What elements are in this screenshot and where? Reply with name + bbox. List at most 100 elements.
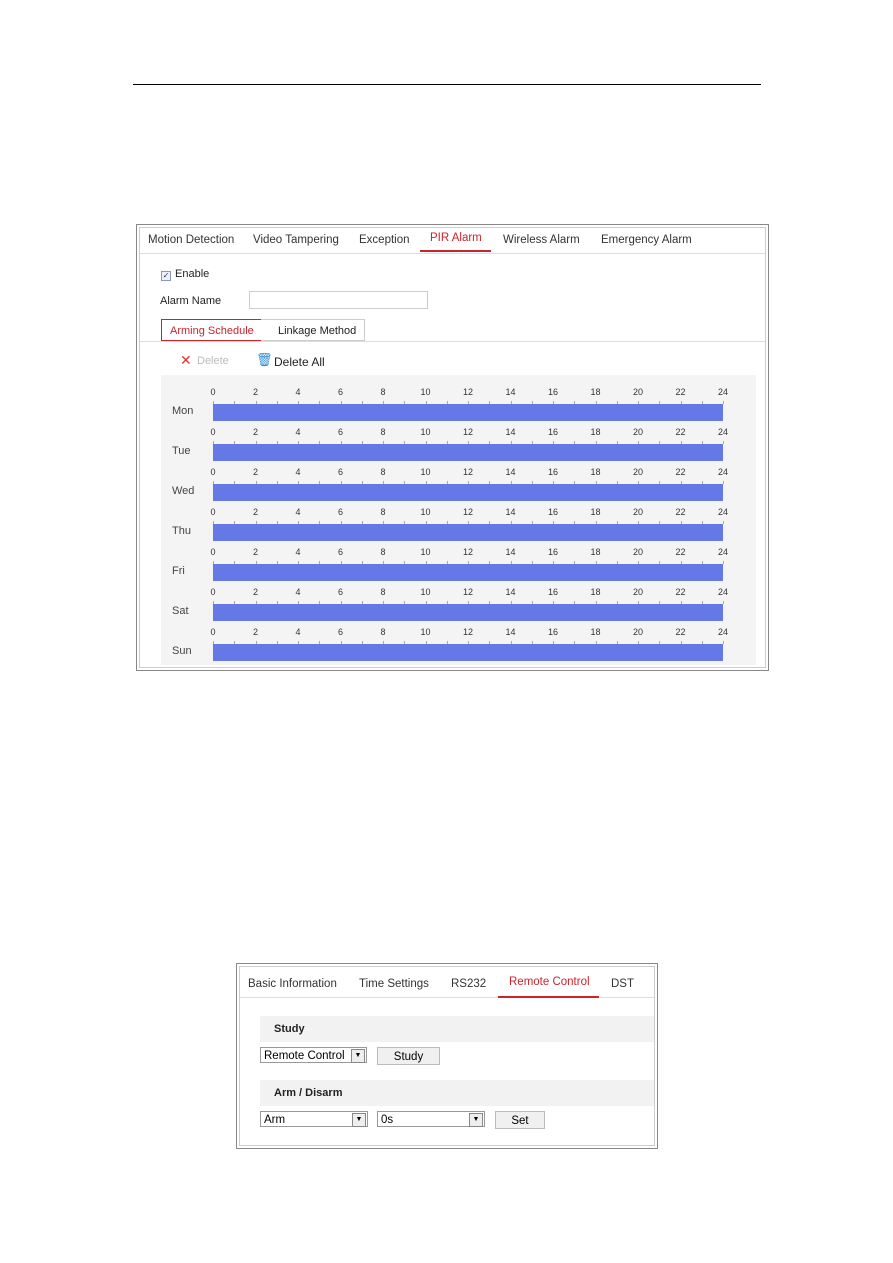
delete-x-icon: ✕	[180, 352, 192, 368]
hour-tick-label: 6	[337, 387, 344, 397]
hour-tick-label: 0	[210, 587, 216, 597]
alarm-name-input[interactable]	[249, 291, 428, 309]
hour-tick-label: 10	[420, 507, 431, 517]
hour-tick-mark	[723, 561, 724, 564]
document-page: Motion Detection Video Tampering Excepti…	[0, 0, 893, 1263]
hour-tick-label: 10	[420, 427, 431, 437]
schedule-bar-wed[interactable]	[213, 484, 723, 501]
hour-tick-label: 18	[590, 587, 601, 597]
hour-tick-label: 6	[337, 547, 344, 557]
hour-tick-label: 20	[632, 587, 644, 597]
hour-tick-label: 20	[632, 627, 644, 637]
day-label: Tue	[172, 445, 191, 457]
chevron-down-icon: ▼	[351, 1049, 365, 1063]
schedule-bar-sun[interactable]	[213, 644, 723, 661]
hour-tick-label: 20	[632, 547, 644, 557]
settings-tabs: Basic Information Time Settings RS232 Re…	[240, 967, 654, 998]
hour-tick-label: 6	[337, 587, 344, 597]
tab-remote-control[interactable]: Remote Control	[509, 976, 590, 988]
tab-rs232[interactable]: RS232	[451, 978, 486, 990]
tab-dst[interactable]: DST	[611, 978, 634, 990]
hour-tick-label: 0	[210, 427, 216, 437]
hour-tick-label: 10	[420, 387, 431, 397]
hour-tick-label: 8	[380, 427, 386, 437]
enable-checkbox[interactable]: ✓	[161, 271, 171, 281]
hour-tick-label: 10	[420, 547, 431, 557]
hour-tick-mark	[723, 601, 724, 604]
tab-motion-detection[interactable]: Motion Detection	[148, 234, 234, 246]
hour-tick-label: 20	[632, 467, 644, 477]
tab-video-tampering[interactable]: Video Tampering	[253, 234, 339, 246]
tab-time-settings[interactable]: Time Settings	[359, 978, 429, 990]
hour-tick-label: 6	[337, 427, 344, 437]
hour-tick-label: 12	[462, 627, 474, 637]
study-button[interactable]: Study	[377, 1047, 440, 1065]
hour-tick-label: 2	[252, 507, 259, 517]
study-select[interactable]: Remote Control ▼	[260, 1047, 367, 1063]
day-label: Mon	[172, 405, 194, 417]
hour-tick-label: 14	[505, 387, 516, 397]
tab-basic-information[interactable]: Basic Information	[248, 978, 337, 990]
hour-tick-mark	[723, 521, 724, 524]
hour-tick-label: 14	[505, 627, 516, 637]
day-label: Sun	[172, 645, 192, 657]
hour-tick-label: 4	[295, 587, 301, 597]
hour-tick-label: 22	[675, 547, 686, 557]
schedule-bar-mon[interactable]	[213, 404, 723, 421]
day-label: Sat	[172, 605, 189, 617]
hour-tick-label: 22	[675, 387, 686, 397]
remote-control-screenshot: Basic Information Time Settings RS232 Re…	[236, 963, 658, 1149]
schedule-bar-tue[interactable]	[213, 444, 723, 461]
chevron-down-icon: ▼	[469, 1113, 483, 1127]
tab-emergency-alarm[interactable]: Emergency Alarm	[601, 234, 692, 246]
hour-tick-label: 14	[505, 547, 516, 557]
hour-tick-label: 8	[380, 587, 386, 597]
hour-tick-label: 2	[252, 427, 259, 437]
subtab-linkage-method[interactable]: Linkage Method	[261, 319, 365, 341]
hour-tick-label: 8	[380, 507, 386, 517]
tab-wireless-alarm[interactable]: Wireless Alarm	[503, 234, 580, 246]
schedule-bar-thu[interactable]	[213, 524, 723, 541]
hour-tick-label: 4	[295, 467, 301, 477]
hour-tick-label: 10	[420, 587, 431, 597]
hour-tick-mark	[723, 641, 724, 644]
pir-alarm-screenshot: Motion Detection Video Tampering Excepti…	[136, 224, 769, 671]
schedule-bar-fri[interactable]	[213, 564, 723, 581]
hour-tick-label: 16	[547, 427, 559, 437]
day-label: Wed	[172, 485, 195, 497]
hour-tick-label: 8	[380, 627, 386, 637]
hour-tick-label: 20	[632, 387, 644, 397]
subtab-arming-schedule[interactable]: Arming Schedule	[161, 319, 261, 341]
hour-tick-label: 8	[380, 547, 386, 557]
hour-tick-label: 24	[717, 547, 729, 557]
delete-all-button[interactable]: Delete All	[274, 355, 325, 369]
hour-tick-label: 12	[462, 387, 474, 397]
hour-tick-label: 0	[210, 627, 216, 637]
tab-exception[interactable]: Exception	[359, 234, 410, 246]
hour-tick-label: 0	[210, 507, 216, 517]
active-tab-indicator	[498, 996, 599, 998]
trash-icon: 🗑	[256, 352, 273, 367]
schedule-bar-sat[interactable]	[213, 604, 723, 621]
set-button[interactable]: Set	[495, 1111, 545, 1129]
hour-tick-label: 0	[210, 387, 216, 397]
hour-tick-label: 24	[717, 427, 729, 437]
hour-tick-label: 18	[590, 507, 601, 517]
tab-pir-alarm[interactable]: PIR Alarm	[430, 232, 482, 244]
hour-tick-label: 10	[420, 467, 431, 477]
hour-tick-label: 6	[337, 627, 344, 637]
arm-select[interactable]: Arm ▼	[260, 1111, 368, 1127]
day-label: Fri	[172, 565, 185, 577]
hour-tick-label: 4	[295, 427, 301, 437]
delete-button[interactable]: Delete	[197, 355, 229, 367]
delay-select[interactable]: 0s ▼	[377, 1111, 485, 1127]
hour-tick-label: 14	[505, 507, 516, 517]
hour-tick-label: 12	[462, 507, 474, 517]
hour-tick-label: 2	[252, 547, 259, 557]
hour-tick-label: 12	[462, 547, 474, 557]
hour-tick-label: 24	[717, 587, 729, 597]
hour-tick-label: 0	[210, 467, 216, 477]
hour-tick-label: 24	[717, 507, 729, 517]
hour-tick-label: 14	[505, 467, 516, 477]
hour-tick-label: 2	[252, 387, 259, 397]
